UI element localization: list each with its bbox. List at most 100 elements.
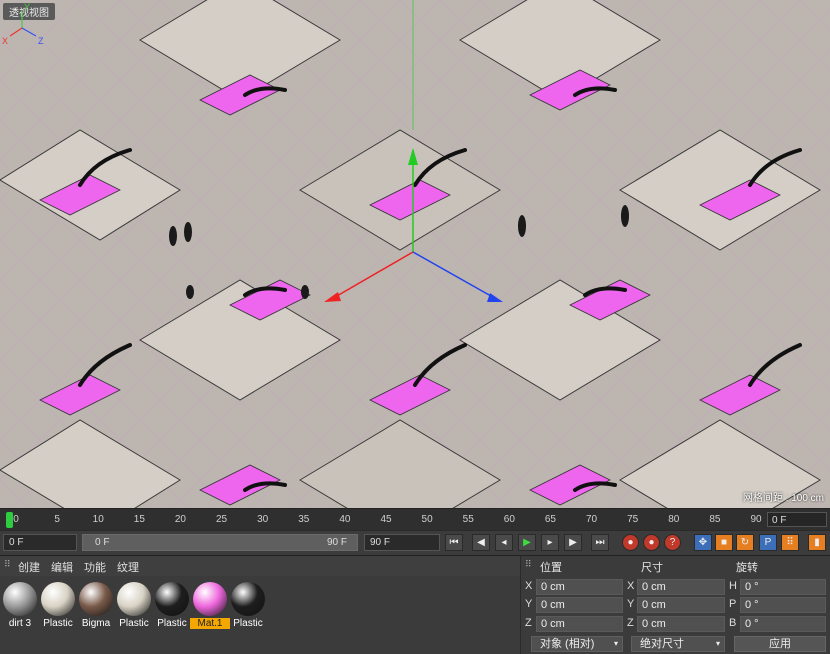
- coordinates-panel: ⠿ 位置 尺寸 旋转 X 0 cm X 0 cm H 0 ° Y 0 cm Y …: [520, 555, 830, 654]
- ruler-tick-label: 20: [174, 514, 186, 525]
- ruler-tick-label: 15: [133, 514, 145, 525]
- material-preview-icon: [193, 582, 227, 616]
- play-icon[interactable]: ▶: [518, 534, 536, 551]
- object-mode-value: 对象 (相对): [540, 638, 595, 650]
- point-level-icon[interactable]: ⠿: [781, 534, 799, 551]
- material-swatch[interactable]: Mat.1: [190, 581, 230, 631]
- material-preview-icon: [41, 582, 75, 616]
- scene-render: [0, 0, 830, 508]
- end-frame-field[interactable]: 90 F: [364, 534, 440, 551]
- pos-y-label: Y: [525, 598, 533, 610]
- material-label: Bigma: [81, 618, 111, 629]
- ruler-tick-label: 80: [668, 514, 680, 525]
- size-y-label: Y: [627, 598, 635, 610]
- prev-key-icon[interactable]: ◀: [472, 534, 490, 551]
- size-mode-value: 绝对尺寸: [640, 638, 684, 650]
- object-mode-dropdown[interactable]: 对象 (相对) ▾: [531, 636, 623, 652]
- rot-h-input[interactable]: 0 °: [740, 579, 826, 595]
- pos-z-input[interactable]: 0 cm: [536, 616, 623, 632]
- ruler-tick-label: 30: [257, 514, 269, 525]
- ruler-tick-label: 75: [627, 514, 639, 525]
- rot-p-input[interactable]: 0 °: [740, 597, 826, 613]
- material-swatch[interactable]: Plastic: [230, 581, 266, 631]
- material-label: Plastic: [43, 618, 73, 629]
- material-swatch[interactable]: dirt 3: [2, 581, 38, 631]
- rot-b-input[interactable]: 0 °: [740, 616, 826, 632]
- material-swatch[interactable]: Plastic: [154, 581, 190, 631]
- material-preview-icon: [231, 582, 265, 616]
- timeline-window-icon[interactable]: ▮: [808, 534, 826, 551]
- material-label: Plastic: [119, 618, 149, 629]
- 3d-viewport[interactable]: 透视视图 网格间距 : 100 cm Y X Z: [0, 0, 830, 508]
- ruler-tick-label: 10: [92, 514, 104, 525]
- step-forward-icon[interactable]: ▸: [541, 534, 559, 551]
- axis-z-label: Z: [38, 36, 44, 46]
- material-swatch[interactable]: Bigma: [78, 581, 114, 631]
- pos-z-label: Z: [525, 617, 532, 629]
- size-mode-dropdown[interactable]: 绝对尺寸 ▾: [631, 636, 725, 652]
- start-frame-field[interactable]: 0 F: [3, 534, 77, 551]
- panel-grip-icon[interactable]: ⠿: [525, 559, 532, 570]
- pos-x-input[interactable]: 0 cm: [536, 579, 623, 595]
- menu-texture[interactable]: 纹理: [117, 559, 139, 575]
- size-z-label: Z: [627, 617, 634, 629]
- menu-function[interactable]: 功能: [84, 559, 106, 575]
- material-menu-bar: ⠿ 创建 编辑 功能 纹理: [0, 556, 520, 576]
- ruler-tick-label: 90: [750, 514, 762, 525]
- chevron-down-icon: ▾: [715, 639, 720, 648]
- ruler-tick-label: 25: [215, 514, 228, 525]
- rotation-header: 旋转: [736, 562, 758, 574]
- ruler-tick-label: 70: [585, 514, 598, 525]
- go-to-end-icon[interactable]: ⏭: [591, 534, 609, 551]
- preview-range-slider[interactable]: 0 F 90 F: [82, 534, 358, 551]
- ruler-tick-label: 5: [54, 514, 60, 525]
- material-preview-icon: [3, 582, 37, 616]
- timeline-ruler[interactable]: 0 5 10 15 20 25 30 35 40 45 50 55 60 65 70 75 80 85 90 0 F: [0, 508, 830, 531]
- menu-create[interactable]: 创建: [18, 559, 40, 575]
- ruler-ticks: 0 5 10 15 20 25 30 35 40 45 50 55 60 65 70 75 80 85 90: [8, 509, 761, 531]
- go-to-start-icon[interactable]: ⏮: [445, 534, 463, 551]
- axis-gizmo-icon: Y X Z: [2, 2, 44, 46]
- transport-bar: 0 F 0 F 90 F 90 F ⏮ ◀ ◂ ▶ ▸ ▶ ⏭ ● ● ? ✥ …: [0, 530, 830, 555]
- range-start-label: 0 F: [95, 537, 110, 548]
- size-header: 尺寸: [641, 562, 663, 574]
- size-x-input[interactable]: 0 cm: [637, 579, 725, 595]
- axis-x-label: X: [2, 36, 8, 46]
- ruler-tick-label: 35: [298, 514, 310, 525]
- material-label: Plastic: [233, 618, 263, 629]
- position-header: 位置: [540, 562, 562, 574]
- ruler-tick-label: 40: [339, 514, 351, 525]
- menu-edit[interactable]: 编辑: [51, 559, 73, 575]
- ruler-tick-label: 45: [380, 514, 392, 525]
- pos-y-input[interactable]: 0 cm: [536, 597, 623, 613]
- material-manager: ⠿ 创建 编辑 功能 纹理 dirt 3 Plastic Bigma Plastic P…: [0, 555, 520, 654]
- ruler-tick-label: 50: [421, 514, 433, 525]
- keyframe-selection-icon[interactable]: ?: [664, 534, 681, 551]
- size-y-input[interactable]: 0 cm: [637, 597, 725, 613]
- ruler-tick-label: 65: [544, 514, 556, 525]
- material-label: Plastic: [157, 618, 187, 629]
- material-preview-icon: [79, 582, 113, 616]
- move-key-icon[interactable]: ✥: [694, 534, 712, 551]
- next-key-icon[interactable]: ▶: [564, 534, 582, 551]
- axis-y-label: Y: [24, 2, 30, 12]
- step-back-icon[interactable]: ◂: [495, 534, 513, 551]
- material-swatch[interactable]: Plastic: [116, 581, 152, 631]
- range-end-label: 90 F: [326, 537, 347, 548]
- scale-key-icon[interactable]: ■: [715, 534, 733, 551]
- current-frame-field[interactable]: 0 F: [767, 512, 827, 527]
- rotate-key-icon[interactable]: ↻: [736, 534, 754, 551]
- rot-b-label: B: [729, 617, 737, 629]
- apply-button[interactable]: 应用: [734, 636, 826, 652]
- grid-spacing-readout: 网格间距 : 100 cm: [742, 493, 824, 504]
- material-preview-icon: [155, 582, 189, 616]
- ruler-tick-label: 0: [13, 514, 19, 525]
- material-swatch[interactable]: Plastic: [40, 581, 76, 631]
- auto-key-icon[interactable]: ●: [643, 534, 660, 551]
- record-icon[interactable]: ●: [622, 534, 639, 551]
- parameter-key-icon[interactable]: P: [759, 534, 777, 551]
- material-label: dirt 3: [8, 618, 32, 629]
- material-label: Mat.1: [190, 618, 230, 629]
- panel-grip-icon[interactable]: ⠿: [4, 559, 11, 570]
- size-z-input[interactable]: 0 cm: [637, 616, 725, 632]
